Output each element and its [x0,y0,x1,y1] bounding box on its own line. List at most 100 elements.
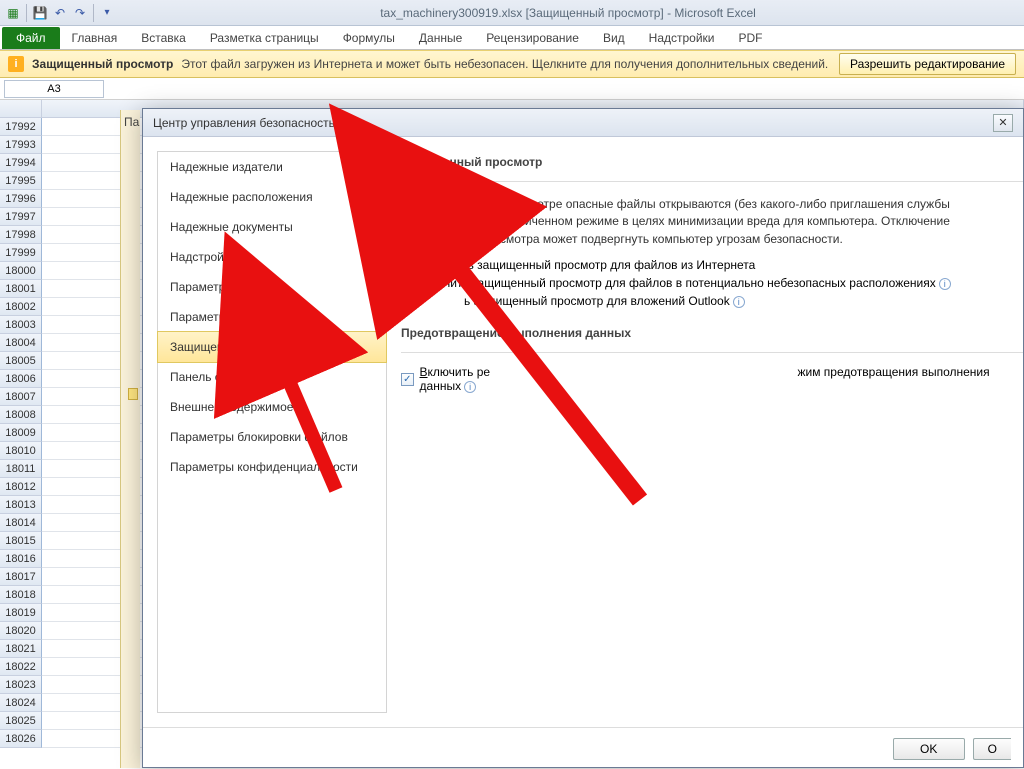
row-header[interactable]: 18010 [0,442,42,460]
checkbox-icon[interactable]: ✓ [401,277,414,290]
checkbox-row-internet[interactable]: ✓ ВВключить защищенный просмотр для файл… [401,258,1023,272]
tab-formulas[interactable]: Формулы [331,27,407,49]
row-header[interactable]: 17996 [0,190,42,208]
checkbox-label: Включить реВключить режим предотвращения… [420,365,1023,393]
name-box[interactable]: A3 [4,80,104,98]
row-header[interactable]: 18017 [0,568,42,586]
row-header[interactable]: 18007 [0,388,42,406]
nav-item[interactable]: Надежные издатели [158,152,386,182]
trust-center-dialog: Центр управления безопасностью ✕ Надежны… [142,108,1024,768]
checkbox-label: чить защищенный просмотр для файлов в по… [444,276,951,290]
checkbox-icon[interactable]: ✓ [401,373,414,386]
row-header[interactable]: 18014 [0,514,42,532]
nav-item[interactable]: Надежные расположения [158,182,386,212]
file-tab[interactable]: Файл [2,27,60,49]
dialog-titlebar: Центр управления безопасностью ✕ [143,109,1023,137]
checkbox-row-unsafe-locations[interactable]: ✓ чить защищенный просмотр для файлов в … [401,276,1023,290]
row-header[interactable]: 18020 [0,622,42,640]
row-header[interactable]: 18016 [0,550,42,568]
row-header[interactable]: 17997 [0,208,42,226]
nav-item[interactable]: Защищенный просмотр [157,331,387,363]
row-header[interactable]: 18022 [0,658,42,676]
nav-item[interactable]: Параметры ActiveX [158,272,386,302]
qat-custom-icon[interactable]: ▾ [98,4,116,22]
save-icon[interactable]: 💾 [31,4,49,22]
nav-item[interactable]: Параметры конфиденциальности [158,452,386,482]
info-icon[interactable]: i [464,381,476,393]
row-header[interactable]: 18013 [0,496,42,514]
checkbox-icon[interactable]: ✓ [401,259,414,272]
row-header[interactable]: 17994 [0,154,42,172]
tab-home[interactable]: Главная [60,27,130,49]
row-header[interactable]: 18023 [0,676,42,694]
nav-item[interactable]: Параметры макросов [158,302,386,332]
row-header[interactable]: 18011 [0,460,42,478]
redo-icon[interactable]: ↷ [71,4,89,22]
tab-insert[interactable]: Вставка [129,27,198,49]
row-header[interactable]: 18003 [0,316,42,334]
select-all-corner[interactable] [0,100,42,117]
dialog-nav: Надежные издателиНадежные расположенияНа… [157,151,387,713]
info-icon[interactable]: i [733,296,745,308]
enable-editing-button[interactable]: Разрешить редактирование [839,53,1016,75]
row-header[interactable]: 17993 [0,136,42,154]
dialog-content: Защищенный просмотр При защищенном просм… [401,137,1023,727]
protected-view-title: Защищенный просмотр [32,57,173,71]
shield-icon: i [8,56,24,72]
cancel-button-fragment[interactable]: О [973,738,1011,760]
ok-button[interactable]: OK [893,738,965,760]
section-dep-title: Предотвращение выполнения данных [401,322,1023,348]
row-header[interactable]: 18024 [0,694,42,712]
row-header[interactable]: 17992 [0,118,42,136]
tab-addins[interactable]: Надстройки [637,27,727,49]
tab-data[interactable]: Данные [407,27,474,49]
row-header[interactable]: 18002 [0,298,42,316]
undo-icon[interactable]: ↶ [51,4,69,22]
nav-item[interactable]: Панель сообщений [158,362,386,392]
row-header[interactable]: 18012 [0,478,42,496]
row-header[interactable]: 18001 [0,280,42,298]
excel-icon: ▦ [4,4,22,22]
section-protected-view-title: Защищенный просмотр [401,151,1023,177]
close-icon[interactable]: ✕ [993,114,1013,132]
nav-item[interactable]: Надстройки [158,242,386,272]
row-header[interactable]: 17998 [0,226,42,244]
row-header[interactable]: 18015 [0,532,42,550]
row-header[interactable]: 18004 [0,334,42,352]
checkbox-label: ВВключить защищенный просмотр для файлов… [420,258,755,272]
options-panel-edge [120,110,140,768]
info-icon[interactable]: i [939,278,951,290]
protected-view-text[interactable]: Этот файл загружен из Интернета и может … [181,57,831,71]
row-header[interactable]: 18025 [0,712,42,730]
row-header[interactable]: 17995 [0,172,42,190]
row-header[interactable]: 18026 [0,730,42,748]
row-header[interactable]: 18009 [0,424,42,442]
ribbon-tabs: Файл Главная Вставка Разметка страницы Ф… [0,26,1024,50]
formula-bar-row: A3 [0,78,1024,100]
tab-page-layout[interactable]: Разметка страницы [198,27,331,49]
checkbox-row-dep[interactable]: ✓ Включить реВключить режим предотвращен… [401,365,1023,393]
nav-item[interactable]: Надежные документы [158,212,386,242]
row-header[interactable]: 18021 [0,640,42,658]
window-title: tax_machinery300919.xlsx [Защищенный про… [116,6,1020,20]
row-header[interactable]: 18018 [0,586,42,604]
nav-item[interactable]: Параметры блокировки файлов [158,422,386,452]
options-panel-label-fragment: Па [124,115,144,129]
checkbox-icon[interactable]: ✓ [401,295,414,308]
tab-review[interactable]: Рецензирование [474,27,591,49]
checkbox-row-outlook[interactable]: ✓ ь защищенный просмотр для вложений Out… [401,294,1023,308]
protected-view-bar: i Защищенный просмотр Этот файл загружен… [0,50,1024,78]
tab-pdf[interactable]: PDF [727,27,775,49]
dialog-footer: OK О [143,727,1023,769]
row-header[interactable]: 18006 [0,370,42,388]
dialog-title: Центр управления безопасностью [153,116,344,130]
tab-view[interactable]: Вид [591,27,637,49]
row-header[interactable]: 18019 [0,604,42,622]
checkbox-label: ь защищенный просмотр для вложений Outlo… [464,294,745,308]
row-header[interactable]: 17999 [0,244,42,262]
row-header[interactable]: 18008 [0,406,42,424]
nav-item[interactable]: Внешнее содержимое [158,392,386,422]
row-header[interactable]: 18000 [0,262,42,280]
titlebar: ▦ 💾 ↶ ↷ ▾ tax_machinery300919.xlsx [Защи… [0,0,1024,26]
row-header[interactable]: 18005 [0,352,42,370]
